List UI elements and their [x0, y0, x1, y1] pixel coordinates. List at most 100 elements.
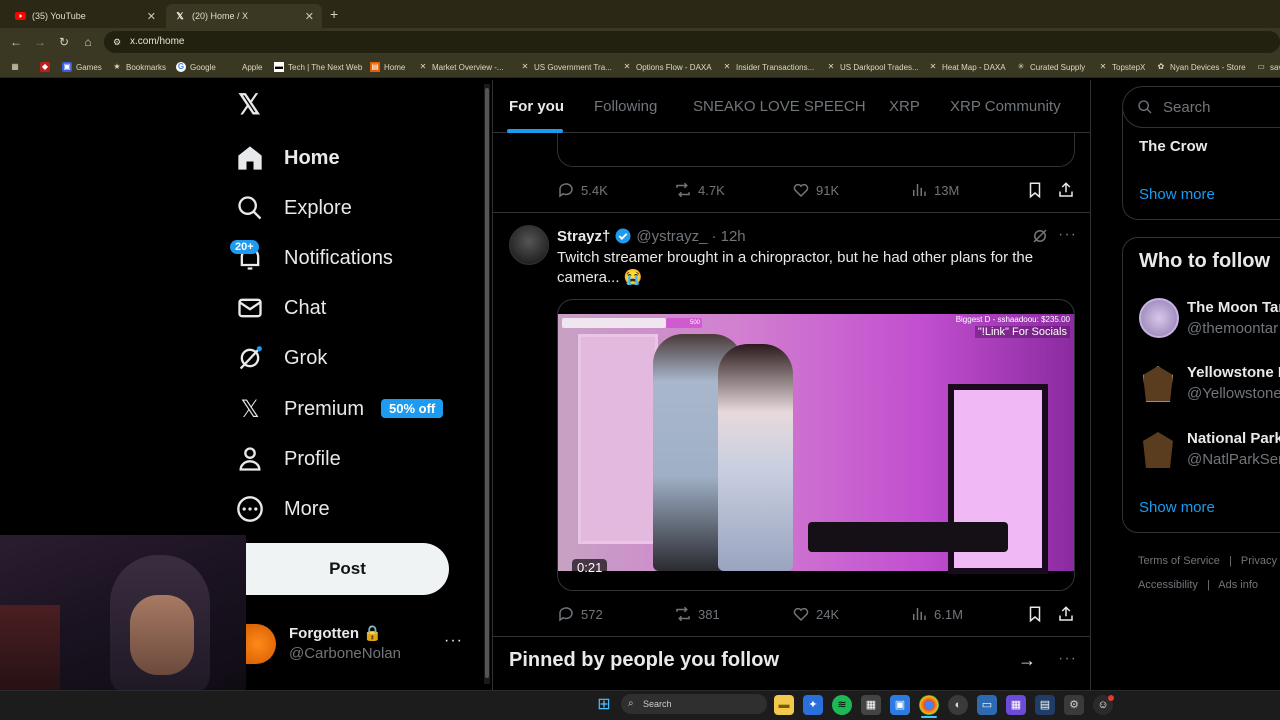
avatar[interactable] [246, 624, 276, 664]
account-menu-icon[interactable]: ··· [444, 632, 463, 650]
x-logo-icon[interactable]: 𝕏 [238, 88, 261, 121]
scrollbar-thumb[interactable] [485, 88, 489, 678]
nav-premium[interactable]: 𝕏 Premium [236, 389, 364, 429]
bookmark-button[interactable] [1026, 605, 1044, 623]
account-name[interactable]: Forgotten 🔒 [289, 624, 382, 642]
app-icon[interactable]: ◐ [948, 695, 968, 715]
terms-link[interactable]: Terms of Service [1138, 555, 1220, 567]
section-more-icon[interactable]: ··· [1058, 650, 1077, 668]
close-tab-icon[interactable]: ✕ [147, 10, 156, 23]
browser-tab-x[interactable]: 𝕏 (20) Home / X ✕ [166, 4, 322, 28]
nav-more[interactable]: More [236, 489, 330, 529]
bookmark-topstepx[interactable]: ✕ TopstepX [1098, 60, 1146, 74]
bookmark-button[interactable] [1026, 181, 1044, 199]
post-author[interactable]: Strayz† [557, 228, 610, 245]
avatar[interactable] [1139, 298, 1179, 338]
reply-button[interactable]: 572 [557, 605, 603, 623]
grok-explain-icon[interactable] [1031, 227, 1049, 245]
reload-icon[interactable]: ↻ [56, 34, 72, 50]
video-door [578, 334, 658, 544]
taskbar-search[interactable]: ⌕ Search [621, 694, 767, 714]
bookmark-us-government[interactable]: ✕ US Government Tra... [520, 60, 612, 74]
notification-dot [1108, 695, 1114, 701]
file-explorer-icon[interactable]: ▬ [774, 695, 794, 715]
nav-grok[interactable]: Grok [236, 338, 327, 378]
post-time[interactable]: · 12h [711, 228, 745, 245]
nav-profile[interactable]: Profile [236, 439, 341, 479]
nav-home[interactable]: Home [236, 138, 340, 178]
show-more-link[interactable]: Show more [1139, 499, 1215, 516]
new-tab-icon[interactable]: + [330, 6, 338, 22]
forward-icon[interactable]: → [32, 34, 48, 50]
bookmark-apple[interactable]: Apple [228, 60, 262, 74]
terminal-icon[interactable]: ▤ [1035, 695, 1055, 715]
address-bar[interactable]: ⚙ x.com/home [104, 31, 1280, 53]
trend-item[interactable]: The Crow [1139, 138, 1207, 155]
views-button[interactable]: 6.1M [910, 605, 963, 623]
photos-icon[interactable]: ▣ [890, 695, 910, 715]
bookmark-curated-supply[interactable]: ✳ Curated Supply [1016, 60, 1086, 74]
repost-button[interactable]: 4.7K [674, 181, 725, 199]
bookmark-market-overview[interactable]: ✕ Market Overview -... [418, 60, 504, 74]
privacy-link[interactable]: Privacy [1241, 555, 1277, 567]
tab-xrp-community[interactable]: XRP Community [950, 80, 1061, 133]
follow-suggestion-name[interactable]: Yellowstone I [1187, 364, 1280, 381]
tab-for-you[interactable]: For you [509, 80, 564, 133]
follow-suggestion-name[interactable]: National Park [1187, 430, 1280, 447]
nav-chat[interactable]: Chat [236, 288, 326, 328]
app-grid-icon[interactable]: ▦ [1006, 695, 1026, 715]
bookmark-folder-icon[interactable]: ◆ [40, 60, 54, 74]
follow-suggestion-name[interactable]: The Moon Tar [1187, 299, 1280, 316]
settings-icon[interactable]: ⚙ [1064, 695, 1084, 715]
bookmark-google[interactable]: G Google [176, 60, 216, 74]
post-divider [493, 636, 1090, 637]
bookmark-games[interactable]: ▣ Games [62, 60, 102, 74]
nav-notifications[interactable]: Notifications [236, 238, 393, 278]
accessibility-link[interactable]: Accessibility [1138, 579, 1198, 591]
webcam-person-face [130, 595, 194, 675]
tab-following[interactable]: Following [594, 80, 657, 133]
spotify-icon[interactable]: ≋ [832, 695, 852, 715]
avatar[interactable] [509, 225, 549, 265]
windows-start-icon[interactable]: ⊞ [594, 695, 614, 715]
bookmark-bookmarks[interactable]: ★ Bookmarks [112, 60, 166, 74]
arrow-right-icon[interactable]: → [1018, 650, 1036, 671]
share-button[interactable] [1057, 605, 1075, 623]
repost-button[interactable]: 381 [674, 605, 720, 623]
tab-sneako-love-speech[interactable]: SNEAKO LOVE SPEECH [693, 80, 866, 133]
show-more-link[interactable]: Show more [1139, 186, 1215, 203]
apps-icon[interactable]: ▦ [10, 60, 24, 74]
post-video[interactable]: 500 Biggest D - sshaadoou: $235.00 "!Lin… [557, 299, 1075, 591]
site-info-icon[interactable]: ⚙ [113, 31, 121, 53]
nav-explore[interactable]: Explore [236, 188, 352, 228]
bookmark-sav[interactable]: ▭sav [1256, 60, 1280, 74]
bookmark-insider-transactions[interactable]: ✕ Insider Transactions... [722, 60, 815, 74]
store-icon[interactable]: ▦ [861, 695, 881, 715]
home-icon[interactable]: ⌂ [80, 34, 96, 50]
chrome-icon[interactable] [919, 695, 939, 715]
post-more-icon[interactable]: ··· [1058, 226, 1077, 244]
share-button[interactable] [1057, 181, 1075, 199]
bookmark-tnw[interactable]: ▬ Tech | The Next Web [274, 60, 362, 74]
remote-desktop-icon[interactable]: ▭ [977, 695, 997, 715]
back-icon[interactable]: ← [8, 34, 24, 50]
bookmark-heat-map[interactable]: ✕ Heat Map - DAXA [928, 60, 1006, 74]
bookmark-nyan-devices[interactable]: ✿ Nyan Devices - Store [1156, 60, 1246, 74]
copilot-icon[interactable]: ✦ [803, 695, 823, 715]
post-button[interactable]: Post [246, 543, 449, 595]
like-button[interactable]: 91K [792, 181, 839, 199]
bookmark-home[interactable]: ▤ Home [370, 60, 405, 74]
tab-title: (35) YouTube [32, 11, 86, 21]
post-handle[interactable]: @ystrayz_ [636, 228, 707, 245]
bookmark-us-darkpool[interactable]: ✕ US Darkpool Trades... [826, 60, 919, 74]
views-button[interactable]: 13M [910, 181, 959, 199]
close-tab-icon[interactable]: ✕ [305, 10, 314, 23]
ads-info-link[interactable]: Ads info [1218, 579, 1258, 591]
tab-xrp[interactable]: XRP [889, 80, 920, 133]
browser-tab-youtube[interactable]: (35) YouTube ✕ [6, 4, 164, 28]
reply-button[interactable]: 5.4K [557, 181, 608, 199]
search-icon: ⌕ [628, 698, 634, 709]
bookmark-options-flow[interactable]: ✕ Options Flow - DAXA [622, 60, 712, 74]
previous-post-media[interactable] [557, 133, 1075, 167]
like-button[interactable]: 24K [792, 605, 839, 623]
